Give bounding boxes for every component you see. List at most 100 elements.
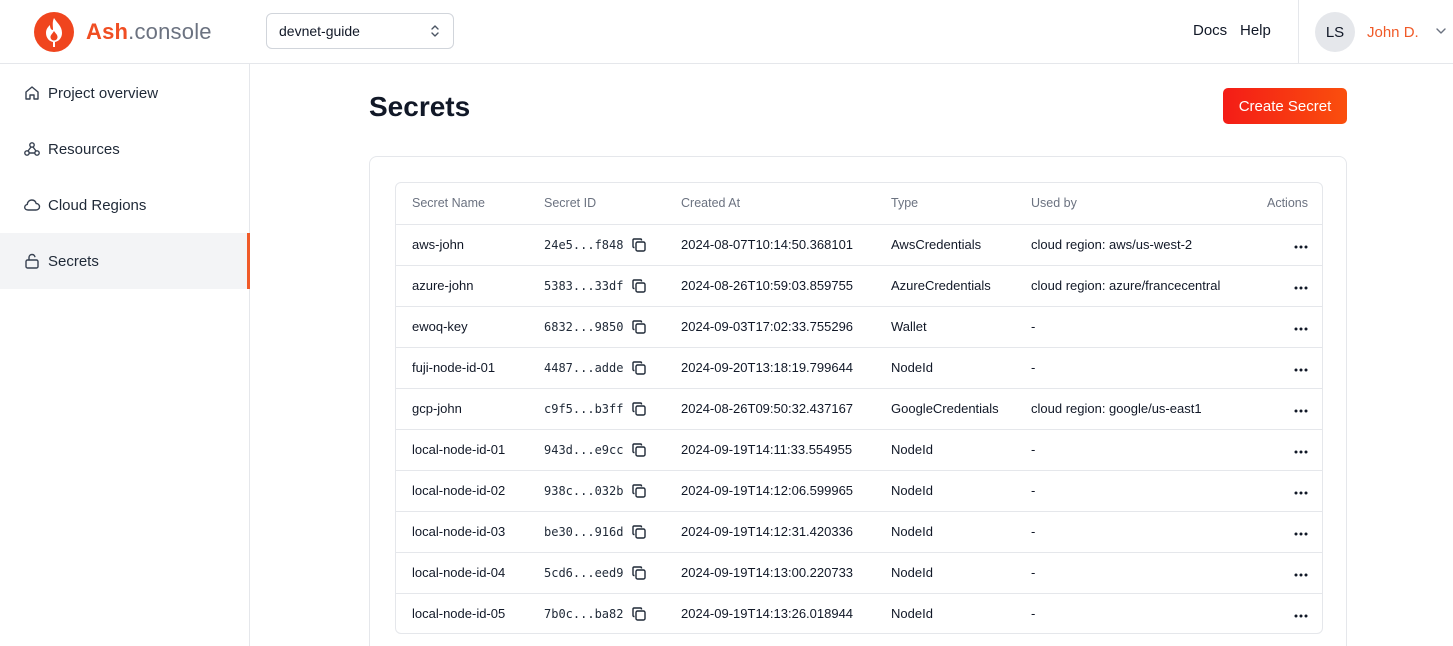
brand-secondary: .console bbox=[128, 19, 212, 44]
created-at-cell: 2024-08-26T10:59:03.859755 bbox=[665, 265, 875, 307]
sidebar: Project overview Resources Cloud Regions… bbox=[0, 64, 250, 646]
secret-name-cell: local-node-id-04 bbox=[396, 552, 528, 594]
more-actions-icon[interactable] bbox=[1294, 245, 1308, 249]
column-header-created-at: Created At bbox=[665, 183, 875, 225]
used-by-cell: cloud region: aws/us-west-2 bbox=[1015, 224, 1235, 266]
secrets-table-container: Secret Name Secret ID Created At Type Us… bbox=[395, 182, 1323, 634]
secret-id-value: 24e5...f848 bbox=[544, 237, 624, 252]
sidebar-item-resources[interactable]: Resources bbox=[0, 121, 249, 177]
secret-id-cell: 5cd6...eed9 bbox=[528, 552, 665, 594]
table-row: local-node-id-01 943d...e9cc 2024-09-19T14… bbox=[396, 429, 1322, 471]
secret-id-value: 5cd6...eed9 bbox=[544, 565, 624, 580]
secret-id-wrap: 24e5...f848 bbox=[544, 237, 665, 253]
copy-icon[interactable] bbox=[631, 319, 647, 335]
secret-id-wrap: 943d...e9cc bbox=[544, 442, 665, 458]
table-row: local-node-id-05 7b0c...ba82 2024-09-19T14… bbox=[396, 593, 1322, 633]
actions-cell bbox=[1235, 429, 1322, 471]
more-actions-icon[interactable] bbox=[1294, 450, 1308, 454]
more-actions-icon[interactable] bbox=[1294, 573, 1308, 577]
secret-id-value: 4487...adde bbox=[544, 360, 624, 375]
sidebar-item-label: Cloud Regions bbox=[48, 196, 147, 214]
used-by-cell: - bbox=[1015, 552, 1235, 594]
table-row: local-node-id-02 938c...032b 2024-09-19T14… bbox=[396, 470, 1322, 512]
secret-id-wrap: 6832...9850 bbox=[544, 319, 665, 335]
more-actions-icon[interactable] bbox=[1294, 614, 1308, 618]
secret-id-wrap: 5cd6...eed9 bbox=[544, 565, 665, 581]
created-at-cell: 2024-09-19T14:11:33.554955 bbox=[665, 429, 875, 471]
created-at-cell: 2024-08-07T10:14:50.368101 bbox=[665, 224, 875, 266]
sidebar-item-label: Project overview bbox=[48, 84, 159, 102]
secret-id-wrap: 4487...adde bbox=[544, 360, 665, 376]
secret-id-value: 6832...9850 bbox=[544, 319, 624, 334]
secret-id-wrap: 5383...33df bbox=[544, 278, 665, 294]
create-secret-button[interactable]: Create Secret bbox=[1223, 88, 1347, 124]
column-header-used-by: Used by bbox=[1015, 183, 1235, 225]
actions-cell bbox=[1235, 347, 1322, 389]
sidebar-item-secrets[interactable]: Secrets bbox=[0, 233, 250, 289]
secret-name-cell: aws-john bbox=[396, 224, 528, 266]
type-cell: AzureCredentials bbox=[875, 265, 1015, 307]
copy-icon[interactable] bbox=[631, 442, 647, 458]
project-select-value: devnet-guide bbox=[279, 23, 360, 39]
table-row: gcp-john c9f5...b3ff 2024-08-26T09:50:32.4… bbox=[396, 388, 1322, 430]
chevron-down-icon[interactable] bbox=[1435, 26, 1447, 36]
used-by-cell: - bbox=[1031, 606, 1036, 622]
copy-icon[interactable] bbox=[631, 483, 647, 499]
secret-id-value: 938c...032b bbox=[544, 483, 624, 498]
table-row: ewoq-key 6832...9850 2024-09-03T17:02:33.7… bbox=[396, 306, 1322, 348]
type-cell: NodeId bbox=[875, 552, 1015, 594]
type-cell: AwsCredentials bbox=[875, 224, 1015, 266]
actions-cell bbox=[1235, 593, 1322, 633]
secret-id-wrap: c9f5...b3ff bbox=[544, 401, 665, 417]
secret-id-cell: 943d...e9cc bbox=[528, 429, 665, 471]
type-cell: NodeId bbox=[875, 347, 1015, 389]
used-by-cell: - bbox=[1015, 347, 1235, 389]
docs-link[interactable]: Docs bbox=[1193, 22, 1227, 39]
copy-icon[interactable] bbox=[631, 360, 647, 376]
secret-id-value: 5383...33df bbox=[544, 278, 624, 293]
more-actions-icon[interactable] bbox=[1294, 532, 1308, 536]
brand-primary: Ash bbox=[86, 19, 129, 44]
secret-name-cell: local-node-id-02 bbox=[396, 470, 528, 512]
copy-icon[interactable] bbox=[631, 278, 647, 294]
project-select[interactable]: devnet-guide bbox=[266, 13, 454, 49]
secret-id-cell: 6832...9850 bbox=[528, 306, 665, 348]
top-bar: Ash.console devnet-guide Docs Help LS Jo… bbox=[0, 0, 1453, 64]
more-actions-icon[interactable] bbox=[1294, 327, 1308, 331]
actions-cell bbox=[1235, 224, 1322, 266]
flame-logo-icon bbox=[34, 12, 74, 52]
more-actions-icon[interactable] bbox=[1294, 368, 1308, 372]
secret-id-cell: 24e5...f848 bbox=[528, 224, 665, 266]
page-title: Secrets bbox=[369, 91, 471, 122]
copy-icon[interactable] bbox=[631, 401, 647, 417]
secret-id-cell: be30...916d bbox=[528, 511, 665, 553]
sidebar-item-project-overview[interactable]: Project overview bbox=[0, 65, 249, 121]
table-header-row: Secret Name Secret ID Created At Type Us… bbox=[396, 183, 1322, 225]
more-actions-icon[interactable] bbox=[1294, 491, 1308, 495]
sidebar-item-label: Secrets bbox=[48, 252, 99, 270]
secret-name-cell: gcp-john bbox=[396, 388, 528, 430]
avatar[interactable]: LS bbox=[1315, 12, 1355, 52]
user-name[interactable]: John D. bbox=[1367, 24, 1419, 41]
created-at-cell: 2024-09-19T14:13:00.220733 bbox=[665, 552, 875, 594]
column-header-secret-id: Secret ID bbox=[528, 183, 665, 225]
column-header-type: Type bbox=[875, 183, 1015, 225]
more-actions-icon[interactable] bbox=[1294, 409, 1308, 413]
type-cell: NodeId bbox=[875, 511, 1015, 553]
secret-name-cell: azure-john bbox=[396, 265, 528, 307]
lock-open-icon bbox=[25, 253, 39, 269]
more-actions-icon[interactable] bbox=[1294, 286, 1308, 290]
cloud-icon bbox=[24, 199, 41, 211]
column-header-actions: Actions bbox=[1235, 183, 1322, 225]
sidebar-item-cloud-regions[interactable]: Cloud Regions bbox=[0, 177, 249, 233]
help-link[interactable]: Help bbox=[1240, 22, 1271, 39]
logo[interactable]: Ash.console bbox=[33, 11, 212, 53]
type-cell: Wallet bbox=[875, 306, 1015, 348]
copy-icon[interactable] bbox=[631, 237, 647, 253]
copy-icon[interactable] bbox=[631, 524, 647, 540]
created-at-cell: 2024-09-19T14:13:26.018944 bbox=[681, 606, 854, 622]
type-cell: NodeId bbox=[891, 606, 933, 622]
copy-icon[interactable] bbox=[631, 606, 647, 622]
created-at-cell: 2024-09-03T17:02:33.755296 bbox=[665, 306, 875, 348]
copy-icon[interactable] bbox=[631, 565, 647, 581]
